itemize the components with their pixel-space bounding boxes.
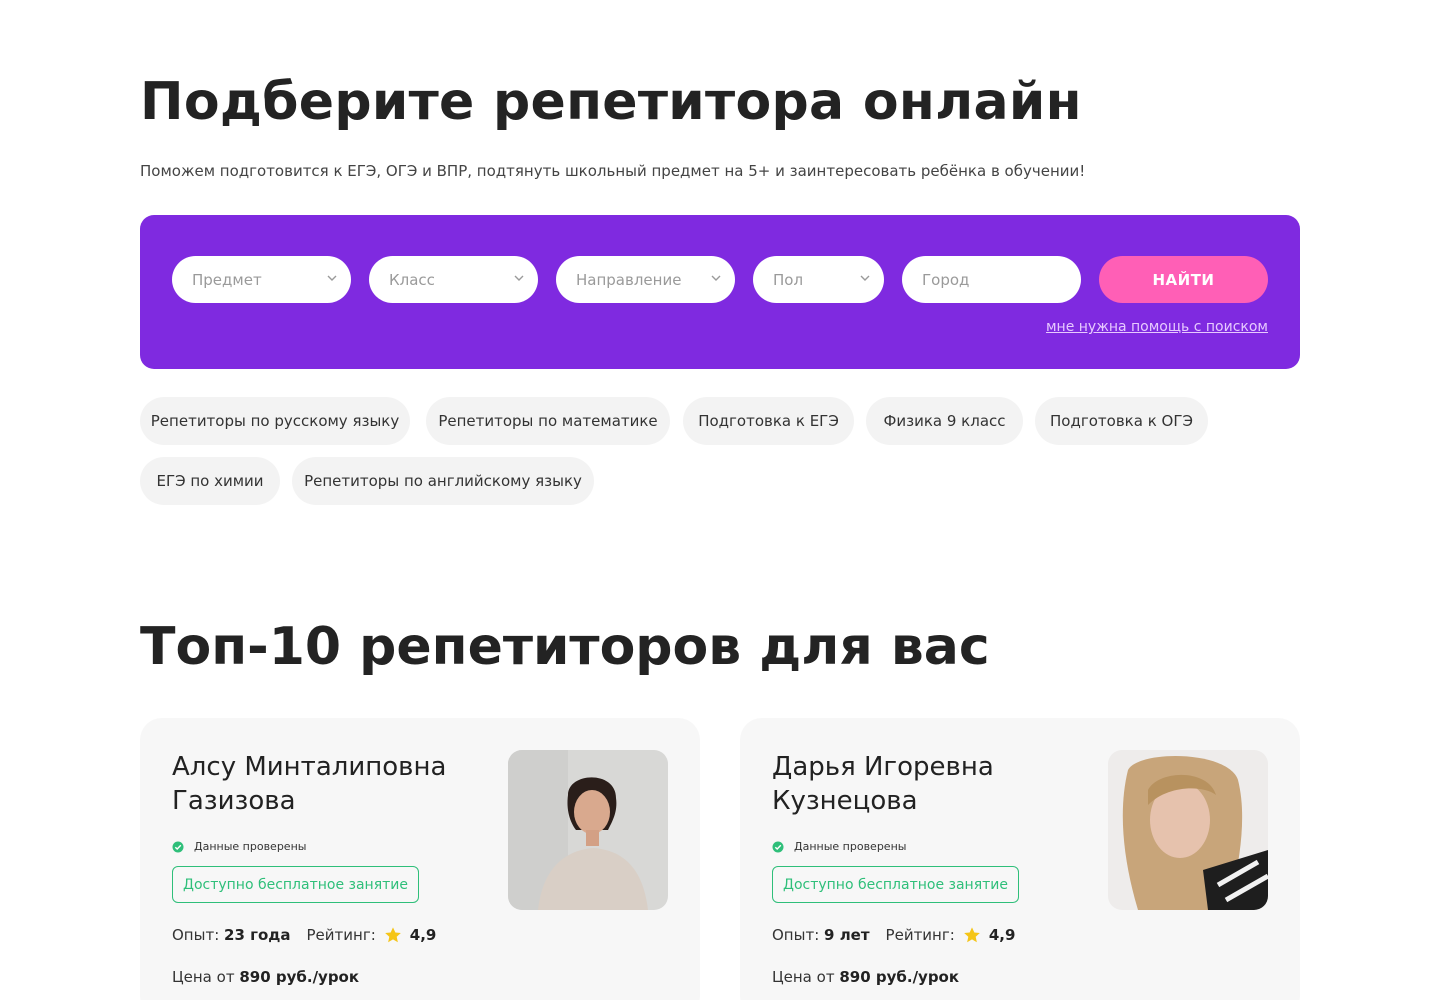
star-icon (384, 927, 401, 943)
chip-oge[interactable]: Подготовка к ОГЭ (1035, 397, 1208, 445)
chip-russian[interactable]: Репетиторы по русскому языку (140, 397, 410, 445)
page-title: Подберите репетитора онлайн (140, 72, 1082, 132)
experience-value: 9 лет (824, 926, 870, 944)
free-lesson-badge: Доступно бесплатное занятие (772, 866, 1019, 903)
tutor-meta: Опыт: 9 лет Рейтинг: 4,9 (772, 926, 1015, 944)
direction-select-label: Направление (576, 270, 682, 289)
city-field[interactable] (902, 256, 1081, 303)
search-panel: Предмет Класс Направление Пол НАЙТИ мне … (140, 215, 1300, 369)
grade-select[interactable]: Класс (369, 256, 538, 303)
subject-select[interactable]: Предмет (172, 256, 351, 303)
rating-value: 4,9 (409, 926, 437, 944)
experience-value: 23 года (224, 926, 291, 944)
tutor-name[interactable]: Дарья Игоревна Кузнецова (772, 750, 1072, 818)
chevron-down-icon (327, 275, 337, 281)
chip-ege-chemistry[interactable]: ЕГЭ по химии (140, 457, 280, 505)
free-lesson-badge: Доступно бесплатное занятие (172, 866, 419, 903)
price-value: 890 руб./урок (839, 968, 960, 986)
gender-select[interactable]: Пол (753, 256, 884, 303)
tutor-photo[interactable] (1108, 750, 1268, 910)
tutor-name[interactable]: Алсу Минталиповна Газизова (172, 750, 472, 818)
verified-label: Данные проверены (194, 840, 307, 853)
experience-label: Опыт: (172, 926, 220, 944)
experience-label: Опыт: (772, 926, 820, 944)
rating-value: 4,9 (988, 926, 1016, 944)
check-circle-icon (772, 841, 784, 852)
chip-math[interactable]: Репетиторы по математике (426, 397, 670, 445)
rating-label: Рейтинг: (885, 926, 955, 944)
verified-status: Данные проверены (172, 840, 306, 853)
search-help-link[interactable]: мне нужна помощь с поиском (1046, 319, 1268, 335)
chevron-down-icon (514, 275, 524, 281)
verified-status: Данные проверены (772, 840, 906, 853)
find-button[interactable]: НАЙТИ (1099, 256, 1268, 303)
price-label: Цена от (772, 968, 835, 986)
gender-select-label: Пол (773, 270, 804, 289)
tutor-card[interactable]: Алсу Минталиповна Газизова Данные провер… (140, 718, 700, 1000)
verified-label: Данные проверены (794, 840, 907, 853)
direction-select[interactable]: Направление (556, 256, 735, 303)
subject-select-label: Предмет (192, 270, 262, 289)
city-input[interactable] (922, 270, 1081, 289)
chevron-down-icon (711, 275, 721, 281)
page-subtitle: Поможем подготовится к ЕГЭ, ОГЭ и ВПР, п… (140, 162, 1086, 180)
top-tutors-title: Топ-10 репетиторов для вас (140, 617, 990, 677)
rating-label: Рейтинг: (306, 926, 376, 944)
price-value: 890 руб./урок (239, 968, 360, 986)
price-label: Цена от (172, 968, 235, 986)
chip-physics-9[interactable]: Физика 9 класс (866, 397, 1023, 445)
grade-select-label: Класс (389, 270, 435, 289)
tutor-price: Цена от 890 руб./урок (772, 968, 959, 986)
chip-english[interactable]: Репетиторы по английскому языку (292, 457, 594, 505)
tutor-card[interactable]: Дарья Игоревна Кузнецова Данные проверен… (740, 718, 1300, 1000)
star-icon (963, 927, 980, 943)
chip-ege[interactable]: Подготовка к ЕГЭ (683, 397, 854, 445)
tutor-meta: Опыт: 23 года Рейтинг: 4,9 (172, 926, 436, 944)
tutor-photo[interactable] (508, 750, 668, 910)
check-circle-icon (172, 841, 184, 852)
chevron-down-icon (860, 275, 870, 281)
tutor-price: Цена от 890 руб./урок (172, 968, 359, 986)
